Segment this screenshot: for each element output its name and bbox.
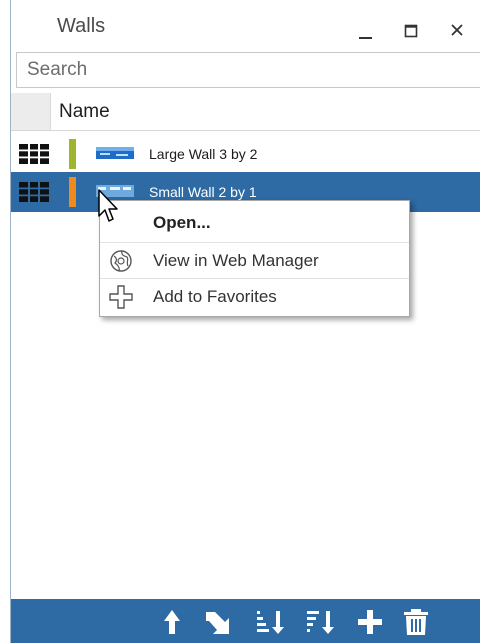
menu-item-label: Add to Favorites <box>153 287 277 306</box>
header-icon-column <box>11 93 51 130</box>
plus-outline-icon <box>109 285 133 309</box>
menu-item-add-to-favorites[interactable]: Add to Favorites <box>100 278 409 315</box>
sort-descending-icon <box>307 611 334 634</box>
globe-icon <box>110 250 132 272</box>
redo-button[interactable] <box>201 607 231 637</box>
list-item-label: Large Wall 3 by 2 <box>149 146 258 162</box>
bottom-toolbar <box>11 599 480 643</box>
move-up-button[interactable] <box>157 607 187 637</box>
menu-item-view-in-web-manager[interactable]: View in Web Manager <box>100 242 409 279</box>
walls-window: Walls Name Large Wall <box>10 0 480 643</box>
minimize-button[interactable] <box>347 10 383 46</box>
list-header: Name <box>11 93 480 131</box>
window-title: Walls <box>57 15 106 37</box>
delete-button[interactable] <box>401 607 431 637</box>
grid-layout-icon <box>19 182 49 202</box>
close-button[interactable] <box>439 10 475 46</box>
list-item-large-wall[interactable]: Large Wall 3 by 2 <box>11 134 480 174</box>
list-item-label: Small Wall 2 by 1 <box>149 184 257 200</box>
wall-thumbnail-icon <box>96 185 134 197</box>
grid-layout-icon <box>19 144 49 164</box>
search-box[interactable] <box>16 52 480 88</box>
color-indicator <box>69 177 76 207</box>
add-button[interactable] <box>355 607 385 637</box>
sort-ascending-button[interactable] <box>255 607 285 637</box>
delete-icon <box>404 609 428 635</box>
menu-item-label: View in Web Manager <box>153 251 319 270</box>
redo-arrow-icon <box>206 612 229 634</box>
maximize-button[interactable] <box>393 10 429 46</box>
color-indicator <box>69 139 76 169</box>
wall-thumbnail-icon <box>96 147 134 159</box>
minimize-icon <box>359 37 372 39</box>
add-icon <box>358 610 382 634</box>
menu-item-label: Open... <box>153 213 211 232</box>
context-menu: Open... View in Web Manager Add to Favor… <box>99 200 410 317</box>
sort-descending-button[interactable] <box>305 607 335 637</box>
title-bar[interactable]: Walls <box>11 0 480 50</box>
up-arrow-icon <box>164 610 180 634</box>
sort-ascending-icon <box>257 611 284 634</box>
search-input[interactable] <box>17 53 480 87</box>
close-icon <box>451 24 463 36</box>
name-column-header[interactable]: Name <box>59 101 110 123</box>
maximize-icon <box>404 24 418 38</box>
menu-item-open[interactable]: Open... <box>100 205 409 241</box>
